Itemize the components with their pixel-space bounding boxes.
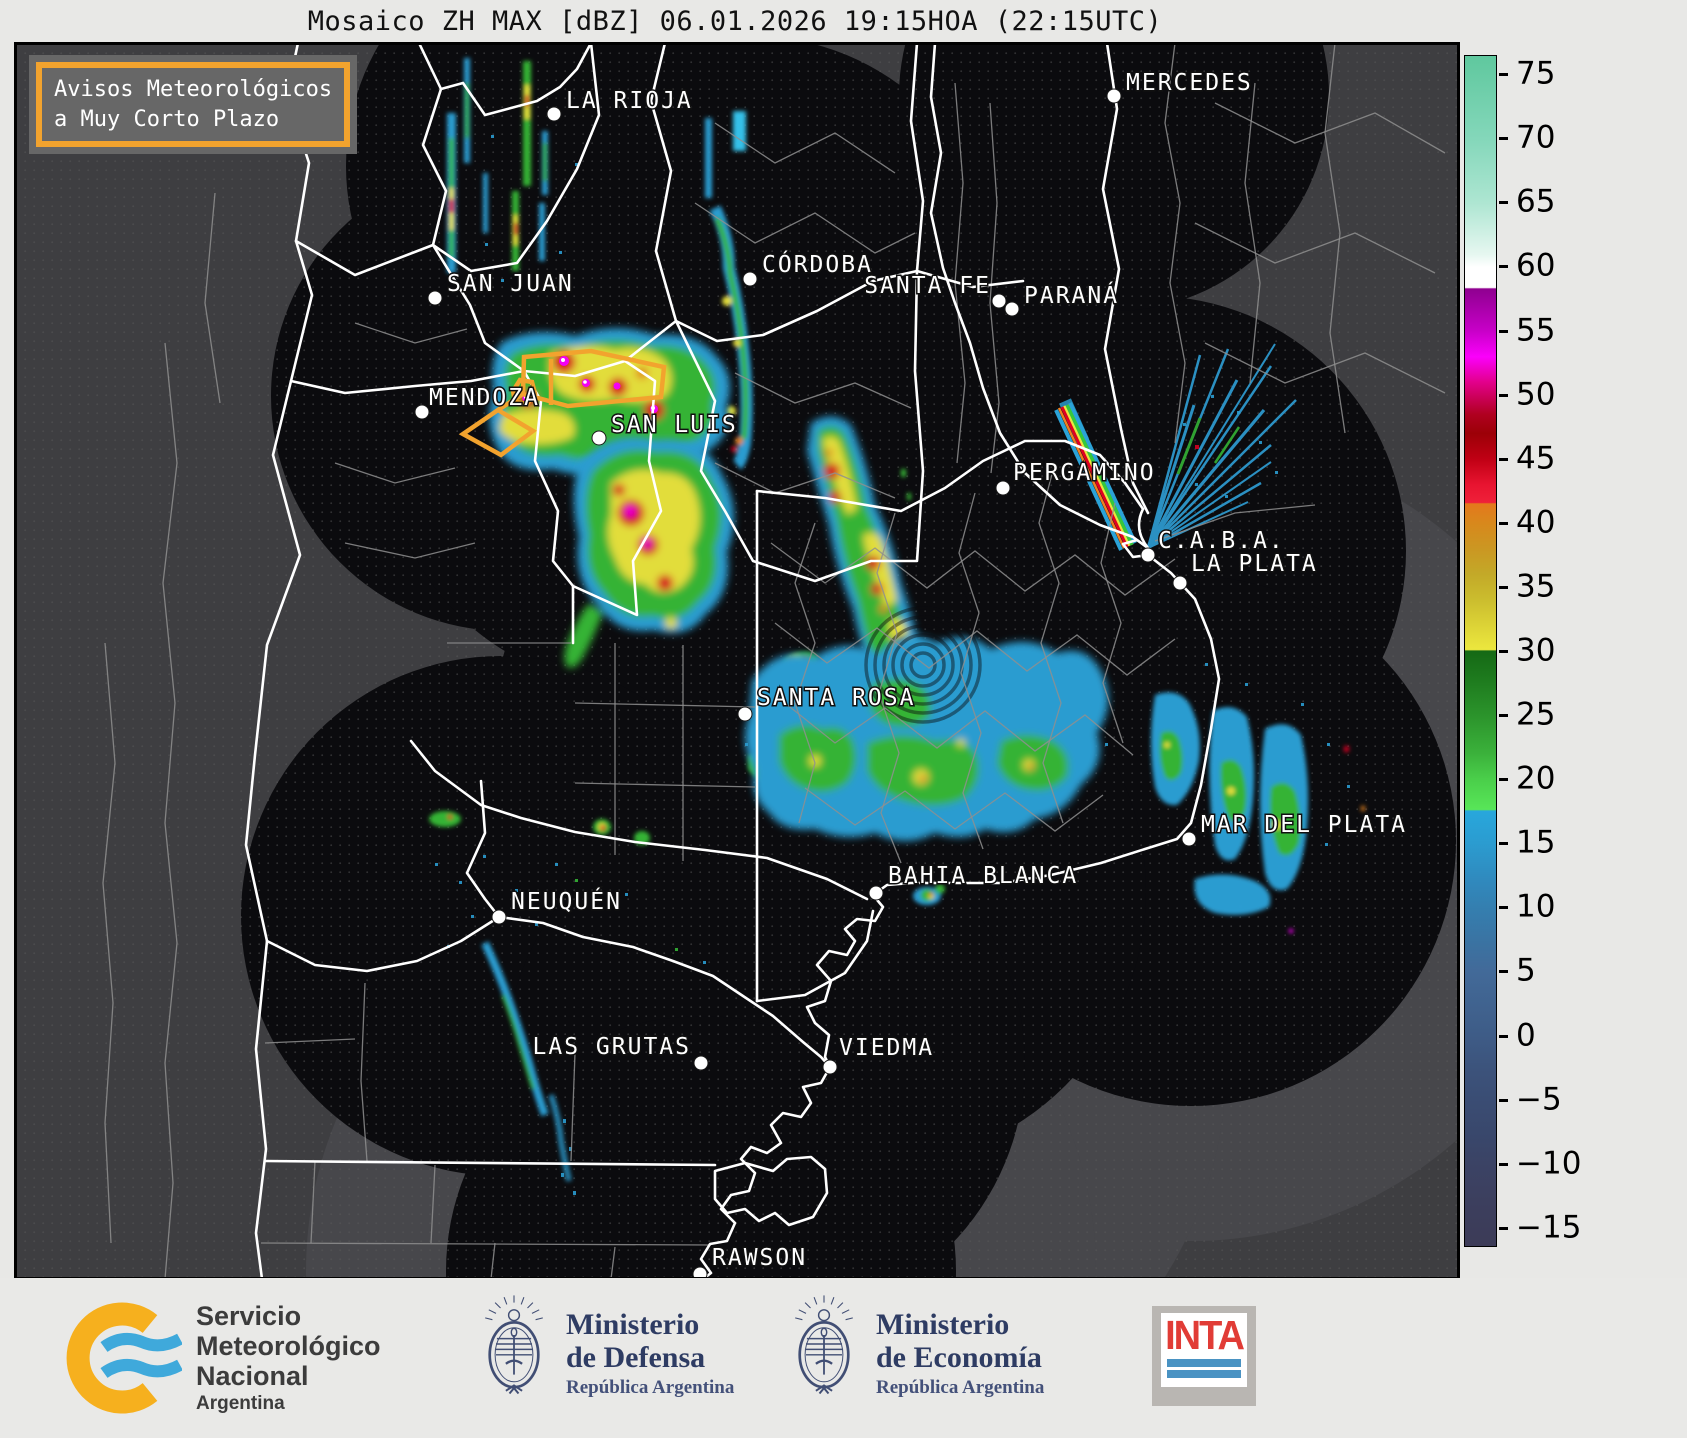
inta-logo: INTA: [1152, 1306, 1256, 1406]
ministerio-defensa-logo: Ministerio de Defensa República Argentin…: [478, 1288, 734, 1418]
radar-mosaic-page: Mosaico ZH MAX [dBZ] 06.01.2026 19:15HOA…: [0, 0, 1687, 1438]
svg-text:MERCEDES: MERCEDES: [1126, 70, 1253, 96]
defensa-line1: Ministerio: [566, 1307, 700, 1341]
economia-line3: República Argentina: [876, 1376, 1045, 1398]
svg-text:PERGAMINO: PERGAMINO: [1013, 460, 1156, 486]
economia-line1: Ministerio: [876, 1307, 1010, 1341]
svg-text:MAR DEL PLATA: MAR DEL PLATA: [1201, 812, 1407, 838]
page-title: Mosaico ZH MAX [dBZ] 06.01.2026 19:15HOA…: [307, 6, 1163, 37]
smn-name-line3: Nacional: [196, 1361, 309, 1391]
radar-map: MERCEDES LA RIOJA SAN JUAN CÓRDOBA SANTA FE P…: [14, 42, 1460, 1280]
svg-text:RAWSON: RAWSON: [712, 1245, 807, 1271]
smn-name-line2: Meteorológico: [196, 1331, 381, 1361]
svg-text:CÓRDOBA: CÓRDOBA: [762, 250, 873, 278]
defensa-line2: de Defensa: [566, 1340, 706, 1374]
defensa-line3: República Argentina: [566, 1376, 735, 1398]
coat-of-arms-icon: [485, 1295, 543, 1395]
svg-text:SAN LUIS: SAN LUIS: [611, 412, 738, 438]
svg-text:NEUQUÉN: NEUQUÉN: [511, 887, 622, 915]
ministerio-economia-logo: Ministerio de Economía República Argenti…: [788, 1288, 1044, 1418]
smn-country: Argentina: [196, 1393, 285, 1414]
svg-text:VIEDMA: VIEDMA: [839, 1035, 934, 1061]
reflectivity-colorbar: 75 70 65 60 55 50 45 40 35 30 25 20 15 10 5 0 −5 −10 −15: [1464, 55, 1674, 1247]
coat-of-arms-icon: [795, 1295, 853, 1395]
radar-map-svg: MERCEDES LA RIOJA SAN JUAN CÓRDOBASANTA FE P…: [15, 43, 1459, 1279]
svg-text:PARANÁ: PARANÁ: [1024, 281, 1119, 309]
svg-text:MENDOZA: MENDOZA: [429, 385, 540, 411]
svg-text:SANTA ROSA: SANTA ROSA: [757, 685, 915, 711]
warning-line-1: Avisos Meteorológicos: [54, 77, 333, 102]
inta-wordmark: INTA: [1165, 1313, 1245, 1359]
dot-texture: [15, 43, 1459, 1279]
svg-text:SAN JUAN: SAN JUAN: [447, 271, 574, 297]
smn-logo-icon: [66, 1302, 182, 1414]
smn-logo: Servicio Meteorológico Nacional Argentin…: [58, 1298, 381, 1418]
svg-text:LA PLATA: LA PLATA: [1191, 551, 1318, 577]
svg-text:SANTA FE: SANTA FE: [864, 273, 991, 299]
inta-bar-2: [1167, 1370, 1241, 1378]
economia-line2: de Economía: [876, 1340, 1042, 1374]
colorbar-gradient: [1464, 55, 1497, 1247]
svg-text:LAS GRUTAS: LAS GRUTAS: [533, 1034, 691, 1060]
smn-name-line1: Servicio: [196, 1301, 302, 1331]
warning-line-2: a Muy Corto Plazo: [54, 106, 280, 132]
svg-text:LA RIOJA: LA RIOJA: [566, 88, 693, 114]
footer: Servicio Meteorológico Nacional Argentin…: [0, 1278, 1687, 1438]
inta-bar-1: [1167, 1359, 1241, 1367]
svg-text:BAHIA BLANCA: BAHIA BLANCA: [888, 863, 1078, 889]
warning-box: Avisos Meteorológicos a Muy Corto Plazo: [29, 55, 358, 155]
